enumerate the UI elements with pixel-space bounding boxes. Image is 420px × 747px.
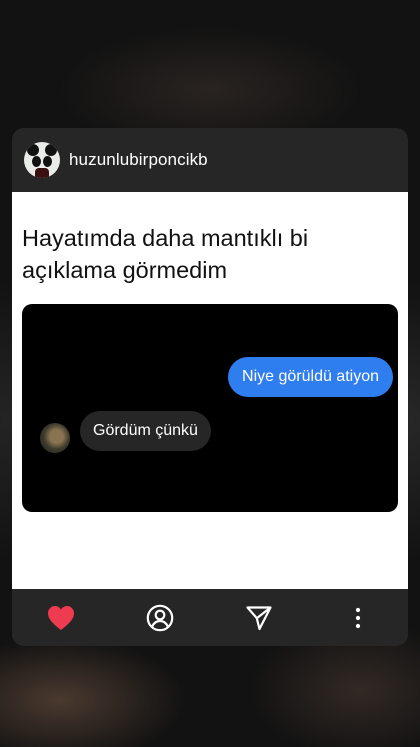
post-header: huzunlubirponcikb	[12, 128, 408, 192]
profile-icon	[146, 604, 174, 631]
more-icon	[355, 607, 361, 628]
sent-message-bubble: Niye görüldü atiyon	[228, 357, 393, 397]
post-image: Hayatımda daha mantıklı bi açıklama görm…	[12, 192, 408, 589]
post-action-bar	[12, 589, 408, 646]
received-message-bubble: Gördüm çünkü	[80, 411, 211, 451]
username[interactable]: huzunlubirponcikb	[69, 150, 208, 170]
more-options-button[interactable]	[336, 589, 380, 646]
post-card: huzunlubirponcikb Hayatımda daha mantıkl…	[12, 128, 408, 646]
like-button[interactable]	[39, 589, 83, 646]
profile-button[interactable]	[138, 589, 182, 646]
chat-screenshot: Niye görüldü atiyon Gördüm çünkü	[22, 304, 398, 512]
share-button[interactable]	[237, 589, 281, 646]
user-avatar[interactable]	[24, 142, 60, 178]
chat-contact-avatar	[40, 423, 70, 453]
heart-icon	[48, 605, 74, 630]
send-icon	[246, 605, 272, 630]
post-caption: Hayatımda daha mantıklı bi açıklama görm…	[22, 225, 309, 283]
